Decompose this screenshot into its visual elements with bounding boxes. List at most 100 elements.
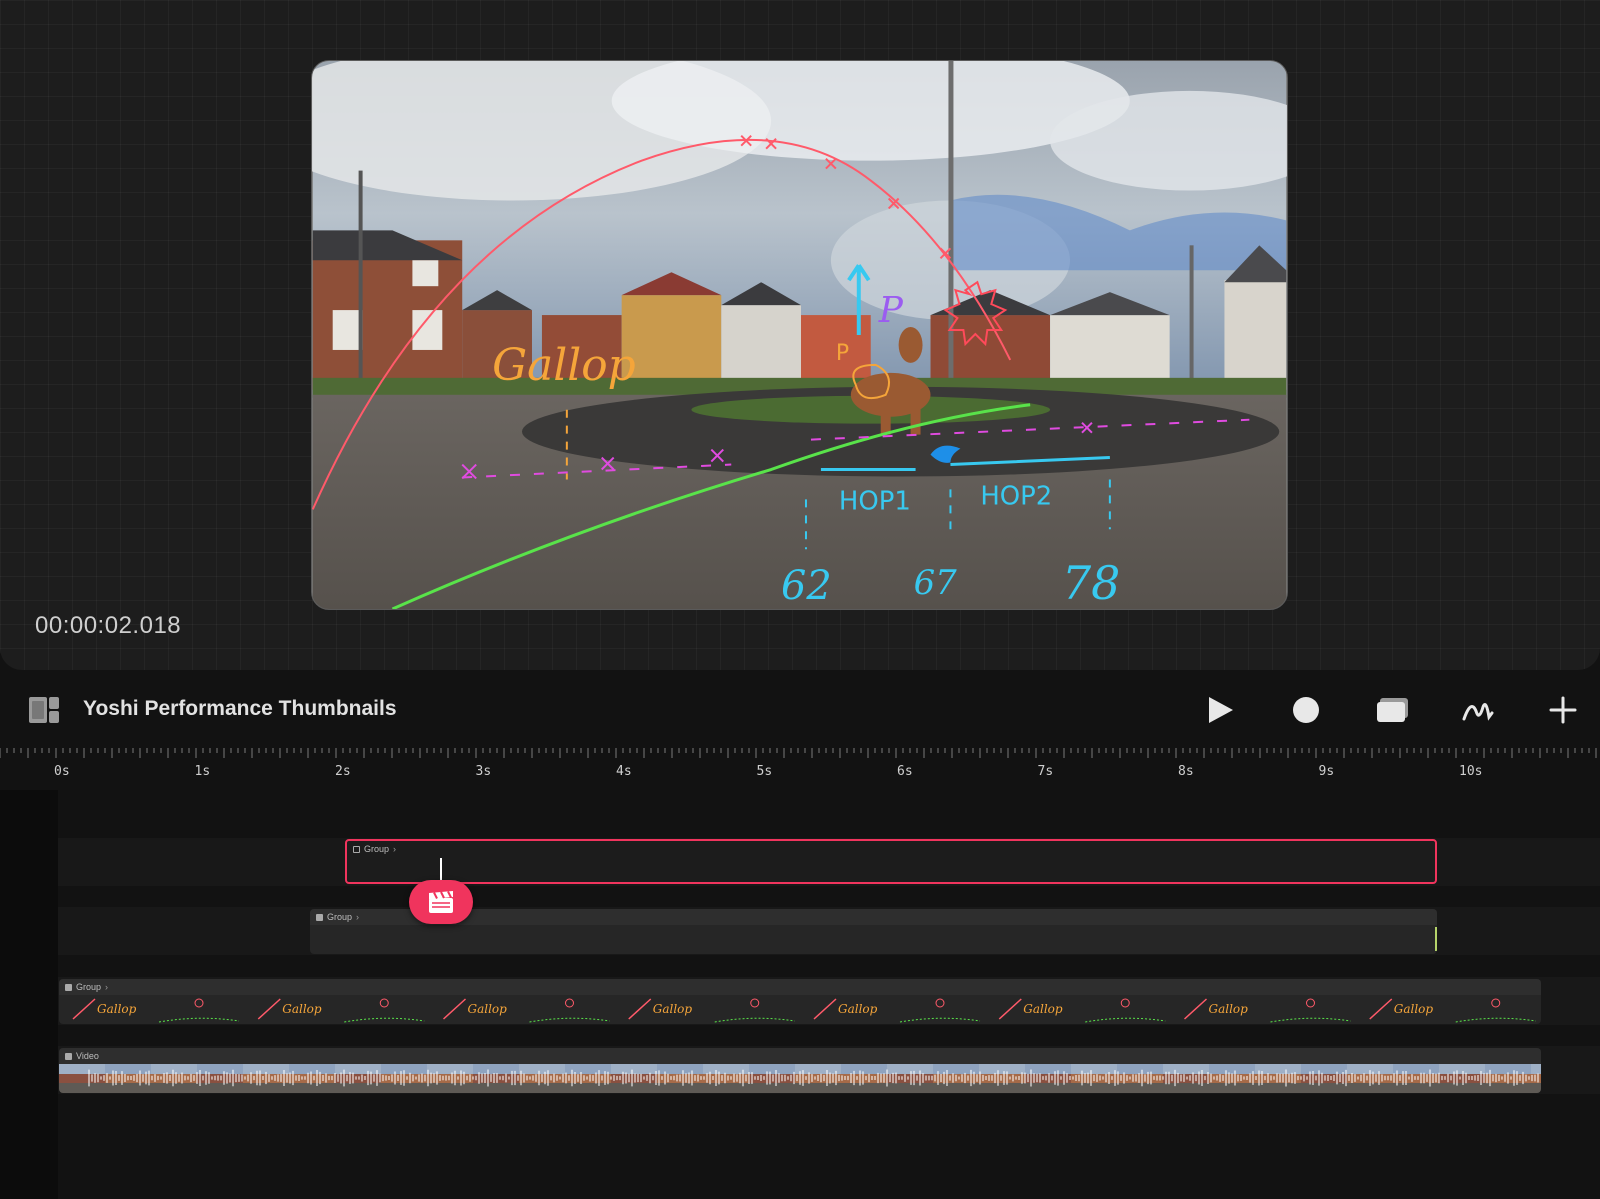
thumb-arc [72,998,96,1020]
thumb-path [158,1017,240,1023]
film-frame-ground [105,1083,151,1093]
group-clip-2[interactable]: Group › [310,909,1437,954]
thumb-arc [998,998,1022,1020]
project-title: Yoshi Performance Thumbnails [83,697,397,720]
time-ruler[interactable] [0,748,1600,784]
video-canvas[interactable]: Gallop HOP1 HOP2 62 67 78 P P [311,60,1288,610]
thumb-path [529,1017,610,1023]
canvas-scene: Gallop HOP1 HOP2 62 67 78 P P [312,61,1287,609]
ruler-label: 3s [475,764,492,779]
clip-end-marker [1435,927,1437,951]
chevron-right-icon[interactable]: › [105,982,108,992]
ruler-label: 6s [897,764,913,779]
film-frame-ground [795,1083,841,1093]
thumb-path [1270,1017,1351,1023]
checkbox-icon[interactable] [316,913,323,921]
hop1-annotation: HOP1 [839,486,911,516]
record-toggle-button[interactable] [1289,693,1323,727]
thumb-gallop-text: Gallop [653,1002,693,1016]
film-frame-ground [197,1083,243,1093]
film-frame-ground [1209,1083,1255,1093]
film-frame-ground [703,1083,749,1093]
film-frame-ground [1393,1083,1439,1093]
ruler-label: 0s [54,764,70,779]
clapperboard-icon [429,891,453,913]
film-frame-ground [335,1083,381,1093]
clip-label: Video [76,1051,99,1061]
thumb-burst [1306,998,1315,1008]
thumb-gallop-text: Gallop [1209,1002,1249,1016]
thumb-burst [750,998,760,1008]
thumb-burst [935,998,945,1008]
thumb-burst [1120,998,1130,1008]
thumb-path [1085,1017,1166,1023]
frames-icon [1377,698,1408,722]
ruler-label: 10s [1459,764,1483,779]
thumb-gallop-text: Gallop [838,1002,878,1016]
film-frame-ground [289,1083,335,1093]
ruler-label: 7s [1037,764,1054,779]
hop2-annotation: HOP2 [980,481,1052,511]
record-dot-icon [1293,697,1319,723]
checkbox-icon[interactable] [65,983,72,991]
thumb-path [714,1017,795,1023]
p-annotation: P [836,341,849,366]
record-button[interactable] [409,880,473,924]
film-frame-ground [749,1083,795,1093]
clip-label: Group [364,844,390,854]
mark-67: 67 [914,563,958,602]
chevron-right-icon[interactable]: › [393,844,396,854]
selected-group-clip[interactable]: Group › [345,839,1437,884]
film-frame-ground [1439,1083,1485,1093]
video-clip[interactable]: Video [59,1048,1541,1093]
play-button[interactable] [1203,693,1237,727]
thumb-gallop-text: Gallop [1023,1002,1063,1016]
track-gutter [0,790,58,1199]
ruler-label: 4s [616,764,632,779]
layout-toggle-icon[interactable] [28,696,60,724]
group-clip-3[interactable]: Group › Gallop Gallop Gallop Gallop Gallop Ga… [59,979,1541,1024]
chevron-right-icon[interactable]: › [356,912,359,922]
draw-button[interactable] [1461,693,1495,727]
plus-icon [1549,696,1577,724]
film-frame-ground [611,1083,657,1093]
thumb-arc [1183,998,1208,1020]
frames-button[interactable] [1376,693,1410,727]
thumb-arc [628,998,652,1020]
thumb-gallop-text: Gallop [97,1002,137,1016]
checkbox-icon[interactable] [353,845,360,853]
thumb-path [899,1017,981,1023]
film-frame-ground [1071,1083,1117,1093]
film-frame-ground [1485,1083,1531,1093]
thumb-burst [1491,998,1501,1008]
film-frame-ground [1301,1083,1347,1093]
drawing-thumbnails: Gallop Gallop Gallop Gallop Gallop Gallop Gall… [72,998,1536,1023]
p2-annotation: P [878,290,904,331]
thumb-arc [442,998,467,1020]
add-button[interactable] [1546,693,1580,727]
playhead[interactable] [440,858,442,880]
film-frame-ground [657,1083,703,1093]
preview-panel: Gallop HOP1 HOP2 62 67 78 P P 00:00:02.0… [0,0,1600,670]
thumb-gallop-text: Gallop [1394,1002,1434,1016]
ruler-label: 8s [1178,764,1194,779]
film-frame-ground [841,1083,887,1093]
film-frame-ground [979,1083,1025,1093]
clip-header: Group › [310,909,1437,925]
clip-header: Video [59,1048,1541,1064]
mark-78: 78 [1062,556,1120,609]
film-frame-ground [427,1083,473,1093]
clip-header: Group › [59,979,1541,995]
film-frame-ground [933,1083,979,1093]
thumb-burst [379,998,389,1008]
gallop-annotation: Gallop [492,340,636,391]
timecode: 00:00:02.018 [35,612,182,639]
film-frame-ground [151,1083,197,1093]
ruler-label: 1s [194,764,211,779]
thumb-path [344,1017,425,1023]
thumb-burst [194,998,204,1008]
film-frame-ground [887,1083,933,1093]
scribble-icon [1462,703,1494,721]
ruler-label: 2s [335,764,351,779]
checkbox-icon[interactable] [65,1052,72,1060]
